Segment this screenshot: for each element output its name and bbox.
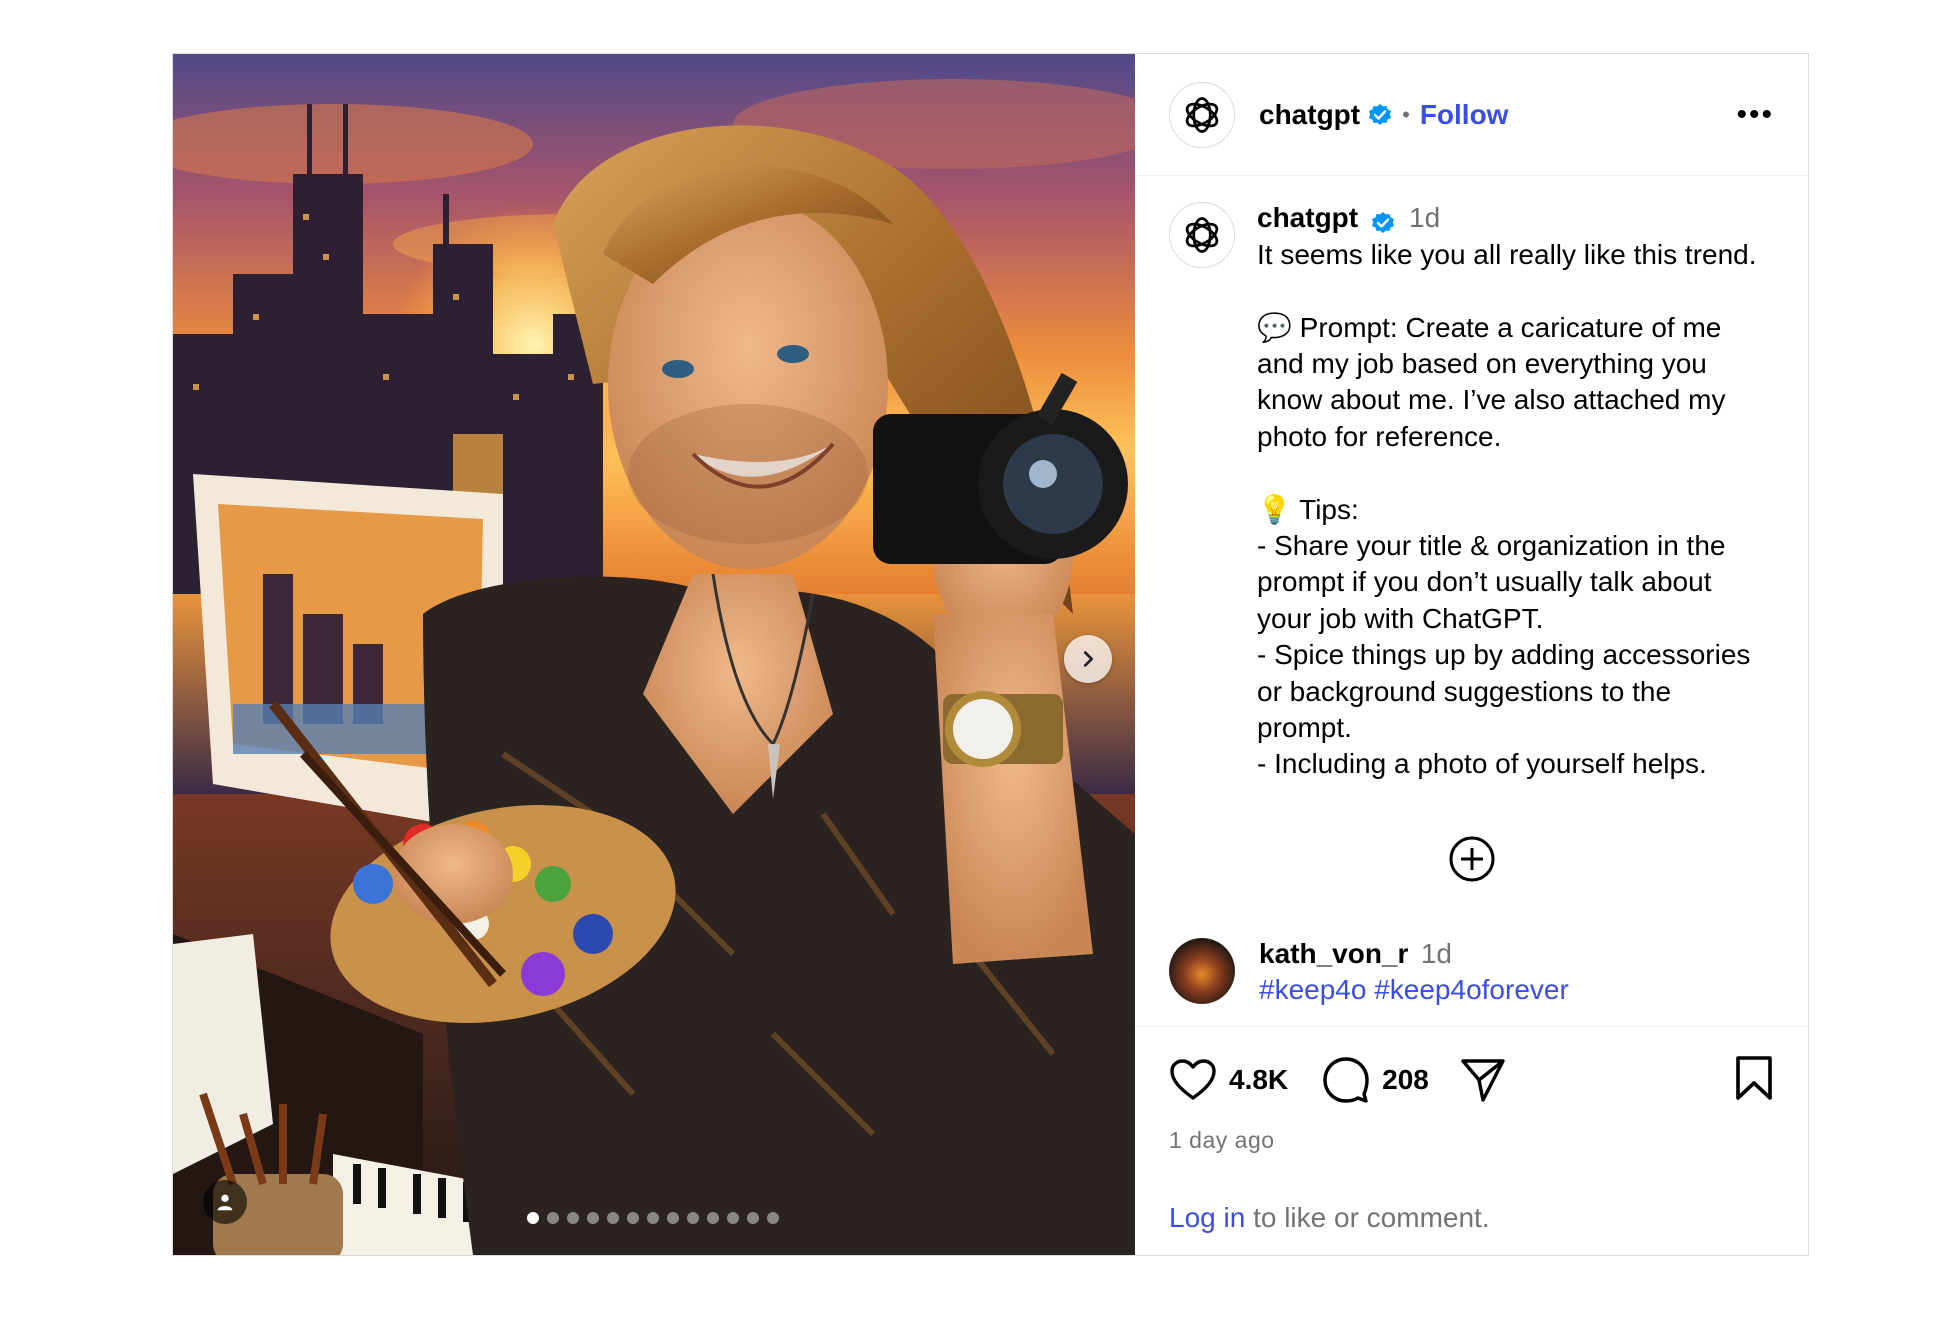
heart-icon [1170, 1059, 1216, 1100]
separator-dot: • [1402, 101, 1410, 127]
comment-timestamp[interactable]: 1d [1421, 938, 1452, 969]
post-side-panel: chatgpt • Follow ••• chatgpt 1d It seems… [1135, 54, 1808, 1255]
load-more-comments-button[interactable] [1448, 835, 1496, 883]
comment-count: 208 [1382, 1064, 1429, 1095]
caricature-illustration [173, 54, 1135, 1255]
comment-button[interactable]: 208 [1322, 1056, 1429, 1104]
post-timestamp[interactable]: 1 day ago [1169, 1127, 1774, 1154]
carousel-dot [767, 1212, 779, 1224]
post-header: chatgpt • Follow ••• [1135, 54, 1808, 176]
chevron-right-icon [1083, 651, 1094, 667]
carousel-dot [667, 1212, 679, 1224]
like-button[interactable]: 4.8K [1169, 1058, 1288, 1102]
caption: chatgpt 1d It seems like you all really … [1135, 176, 1808, 783]
carousel-dot [527, 1212, 539, 1224]
verified-badge-icon [1368, 103, 1392, 127]
carousel-dot [607, 1212, 619, 1224]
author-username[interactable]: chatgpt [1259, 99, 1360, 131]
login-link[interactable]: Log in [1169, 1202, 1245, 1233]
carousel-dot [647, 1212, 659, 1224]
caption-username[interactable]: chatgpt [1257, 202, 1358, 233]
openai-logo-icon [1185, 96, 1219, 133]
login-prompt: Log in to like or comment. [1169, 1202, 1490, 1234]
bookmark-icon [1736, 1055, 1772, 1100]
caption-text: It seems like you all really like this t… [1257, 238, 1757, 780]
commenter-username[interactable]: kath_von_r [1259, 938, 1408, 969]
carousel-indicator [527, 1212, 779, 1224]
post-actions: 4.8K 208 1 day ago [1135, 1026, 1808, 1154]
carousel-dot [707, 1212, 719, 1224]
plus-circle-icon [1449, 836, 1495, 882]
follow-button[interactable]: Follow [1420, 99, 1509, 131]
caption-author-avatar[interactable] [1169, 202, 1235, 268]
comment-bubble-icon [1323, 1057, 1369, 1103]
author-avatar[interactable] [1169, 81, 1235, 148]
verified-badge-icon [1371, 211, 1395, 235]
comment: kath_von_r 1d #keep4o #keep4oforever [1169, 938, 1569, 1006]
carousel-dot [627, 1212, 639, 1224]
carousel-next-button[interactable] [1064, 635, 1112, 683]
save-button[interactable] [1734, 1055, 1774, 1106]
post-card: chatgpt • Follow ••• chatgpt 1d It seems… [172, 53, 1809, 1256]
carousel-dot [567, 1212, 579, 1224]
more-options-button[interactable]: ••• [1736, 98, 1774, 132]
hashtag-link[interactable]: #keep4o [1259, 974, 1366, 1005]
like-count: 4.8K [1229, 1064, 1289, 1095]
caption-timestamp[interactable]: 1d [1409, 202, 1440, 233]
hashtag-link[interactable]: #keep4oforever [1374, 974, 1569, 1005]
person-icon [217, 1194, 233, 1211]
tagged-users-button[interactable] [203, 1180, 247, 1224]
post-image[interactable] [173, 54, 1135, 1255]
carousel-dot [687, 1212, 699, 1224]
carousel-dot [747, 1212, 759, 1224]
commenter-avatar[interactable] [1169, 938, 1235, 1004]
openai-logo-icon [1185, 217, 1219, 253]
paper-plane-icon [1461, 1059, 1505, 1102]
carousel-dot [587, 1212, 599, 1224]
share-button[interactable] [1459, 1056, 1507, 1104]
login-prompt-text: to like or comment. [1245, 1202, 1490, 1233]
carousel-dot [547, 1212, 559, 1224]
carousel-dot [727, 1212, 739, 1224]
